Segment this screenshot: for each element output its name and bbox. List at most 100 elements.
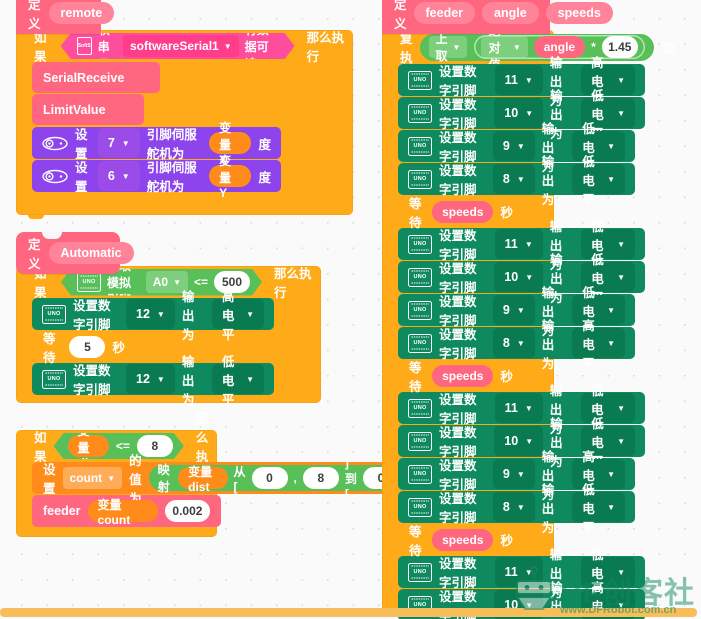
digital-pin-dropdown[interactable]: 8 ▼ [492, 328, 535, 358]
call-block-limitvalue[interactable]: LimitValue [32, 94, 144, 125]
repeat-block[interactable]: 重复执行 向上取整 ▼ 绝对值 ▼ angle * 1.45 [382, 13, 675, 619]
digital-write-block[interactable]: UNO 设置数字引脚 8 ▼ 输出为 低电平 ▼ [398, 483, 635, 535]
round-up-dropdown[interactable]: 向上取整 ▼ [428, 15, 468, 80]
param-speeds-reporter[interactable]: speeds [432, 364, 494, 387]
if-then-header: 如果 变量 dist <= 8 那么执行 [16, 412, 217, 483]
chevron-down-icon: ▼ [525, 273, 534, 282]
digital-pin-dropdown[interactable]: 11 ▼ [494, 229, 543, 259]
chevron-down-icon: ▼ [617, 109, 625, 118]
round-up-reporter[interactable]: 向上取整 ▼ 绝对值 ▼ angle * 1.45 [419, 15, 654, 80]
uno-board-icon: UNO [77, 273, 101, 292]
digital-level-dropdown[interactable]: 低电平▼ [572, 155, 625, 207]
digital-level-dropdown[interactable]: 高电平 ▼ [211, 290, 264, 342]
chevron-down-icon: ▼ [525, 109, 534, 118]
serial-port-dropdown[interactable]: softwareSerial1 ▼ [123, 35, 239, 57]
chevron-down-icon: ▼ [516, 503, 525, 512]
wait-block-speeds[interactable]: 等待 speeds 秒 [398, 360, 524, 394]
digital-pin-dropdown[interactable]: 12 ▼ [126, 364, 175, 394]
digital-pin-dropdown[interactable]: 11 ▼ [494, 65, 543, 95]
block-workspace-canvas[interactable]: 如果 SoftS 软串口 softwareSerial1 ▼ 有数据可读? 那么… [0, 0, 701, 619]
wait-block-speeds[interactable]: 等待 speeds 秒 [398, 196, 524, 230]
procedure-name-automatic: Automatic [48, 242, 134, 264]
digital-level-dropdown[interactable]: 高电平▼ [572, 319, 625, 371]
digital-level-dropdown[interactable]: 低电平 ▼ [211, 355, 264, 407]
digital-write-block[interactable]: UNO 设置数字引脚 10▼ 输出为 低电平▼ [398, 253, 645, 305]
digital-write-block[interactable]: UNO 设置数字引脚 8 ▼ 输出为 低电平 ▼ [398, 155, 635, 207]
define-hat-remote[interactable]: 定义 remote [16, 0, 115, 34]
param-speeds-reporter[interactable]: speeds [432, 528, 494, 551]
digital-level-dropdown[interactable]: 低电平▼ [572, 483, 625, 535]
digital-pin-dropdown[interactable]: 9 ▼ [492, 131, 535, 161]
servo-suffix-label: 度 [258, 170, 271, 185]
digital-write-block-pin12-high[interactable]: UNO 设置数字引脚 12 ▼ 输出为 高电平 ▼ [32, 290, 274, 342]
servo-icon [42, 168, 68, 185]
uno-board-icon: UNO [408, 497, 432, 517]
procedure-param-angle[interactable]: angle [482, 2, 539, 24]
chevron-down-icon: ▼ [156, 310, 165, 319]
repeat-header: 重复执行 向上取整 ▼ 绝对值 ▼ angle * 1.45 [382, 13, 675, 84]
digital-pin-dropdown[interactable]: 8 ▼ [492, 164, 535, 194]
uno-board-icon: UNO [408, 234, 432, 254]
digital-pin-dropdown[interactable]: 9 ▼ [492, 459, 535, 489]
digital-pin-dropdown[interactable]: 10 ▼ [494, 262, 544, 292]
servo-pin-dropdown[interactable]: 6 ▼ [97, 161, 140, 191]
digital-write-block[interactable]: UNO 设置数字引脚 10▼ 输出为 低电平▼ [398, 417, 645, 469]
servo-write-block-pin6[interactable]: 设置 6 ▼ 引脚伺服舵机为 变量 Y 度 [32, 154, 281, 200]
wait-block-5s[interactable]: 等待 5 秒 [32, 331, 136, 365]
if-then-block-analog[interactable]: 如果 UNO 读取模拟引脚 A0 ▼ <= 500 那么执行 [16, 266, 321, 407]
variable-count-reporter[interactable]: 变量 count [87, 498, 158, 527]
variable-x-reporter[interactable]: 变量 X [209, 121, 252, 167]
feeder-speed-input[interactable]: 0.002 [164, 500, 210, 522]
chevron-down-icon: ▼ [617, 76, 625, 85]
chevron-down-icon: ▼ [516, 175, 525, 184]
wait-seconds-input[interactable]: 5 [69, 335, 106, 358]
abs-dropdown[interactable]: 绝对值 ▼ [481, 24, 528, 72]
chevron-down-icon: ▼ [525, 437, 534, 446]
digital-pin-dropdown[interactable]: 12 ▼ [126, 299, 175, 329]
digital-write-block-pin12-low[interactable]: UNO 设置数字引脚 12 ▼ 输出为 低电平 ▼ [32, 355, 274, 407]
servo-write-block-pin7[interactable]: 设置 7 ▼ 引脚伺服舵机为 变量 X 度 [32, 121, 281, 167]
digital-pin-dropdown[interactable]: 11 ▼ [494, 557, 543, 587]
digital-write-block[interactable]: UNO 设置数字引脚 8 ▼ 输出为 高电平 ▼ [398, 319, 635, 371]
procedure-param-speeds[interactable]: speeds [545, 2, 613, 24]
chevron-down-icon: ▼ [512, 43, 521, 52]
variable-dist-reporter[interactable]: 变量 dist [68, 435, 109, 457]
if-then-block-serial[interactable]: 如果 SoftS 软串口 softwareSerial1 ▼ 有数据可读? 那么… [16, 30, 353, 219]
define-keyword: 定义 [28, 0, 41, 31]
comparison-operand-input[interactable]: 8 [137, 435, 173, 457]
map-from-min-input[interactable]: 0 [251, 467, 288, 489]
chevron-down-icon: ▼ [452, 43, 461, 52]
servo-prefix-label: 设置 [75, 161, 88, 194]
uno-board-icon: UNO [408, 169, 432, 189]
digital-pin-dropdown[interactable]: 8 ▼ [492, 492, 535, 522]
variable-name-dropdown[interactable]: count ▼ [62, 467, 123, 489]
define-hat-automatic[interactable]: 定义 Automatic [16, 232, 134, 274]
digital-pin-dropdown[interactable]: 9 ▼ [492, 295, 535, 325]
if-then-children: SerialReceive LimitValue 设置 7 ▼ 引脚伺服舵机为 … [32, 62, 281, 200]
uno-board-icon: UNO [408, 333, 432, 353]
serial-available-condition[interactable]: SoftS 软串口 softwareSerial1 ▼ 有数据可读? [61, 33, 295, 59]
servo-pin-dropdown[interactable]: 7 ▼ [97, 128, 140, 158]
call-block-feeder[interactable]: feeder 变量 count 0.002 [32, 495, 221, 527]
if-then-block-dist[interactable]: 如果 变量 dist <= 8 那么执行 设置 count ▼ [16, 412, 470, 537]
dist-comparison-condition[interactable]: 变量 dist <= 8 [54, 433, 184, 459]
digital-write-block[interactable]: UNO 设置数字引脚 10▼ 输出为 低电平▼ [398, 89, 645, 141]
chevron-down-icon: ▼ [617, 568, 625, 577]
digital-pin-dropdown[interactable]: 10 ▼ [494, 426, 544, 456]
chevron-down-icon: ▼ [516, 470, 525, 479]
chevron-down-icon: ▼ [246, 310, 254, 319]
map-from-max-input[interactable]: 8 [302, 467, 339, 489]
chevron-down-icon: ▼ [223, 42, 232, 51]
define-hat-feeder[interactable]: 定义 feeder angle speeds [382, 0, 613, 34]
wait-block-speeds[interactable]: 等待 speeds 秒 [398, 524, 524, 558]
chevron-down-icon: ▼ [524, 240, 533, 249]
variable-y-reporter[interactable]: 变量 Y [209, 154, 252, 200]
map-label: 映射 [157, 463, 170, 494]
digital-pin-dropdown[interactable]: 11 ▼ [494, 393, 543, 423]
digital-pin-dropdown[interactable]: 10 ▼ [494, 98, 544, 128]
call-block-serialreceive[interactable]: SerialReceive [32, 62, 160, 93]
variable-dist-reporter[interactable]: 变量 dist [178, 465, 228, 494]
chevron-down-icon: ▼ [607, 142, 615, 151]
param-speeds-reporter[interactable]: speeds [432, 200, 494, 223]
chevron-down-icon: ▼ [246, 375, 254, 384]
